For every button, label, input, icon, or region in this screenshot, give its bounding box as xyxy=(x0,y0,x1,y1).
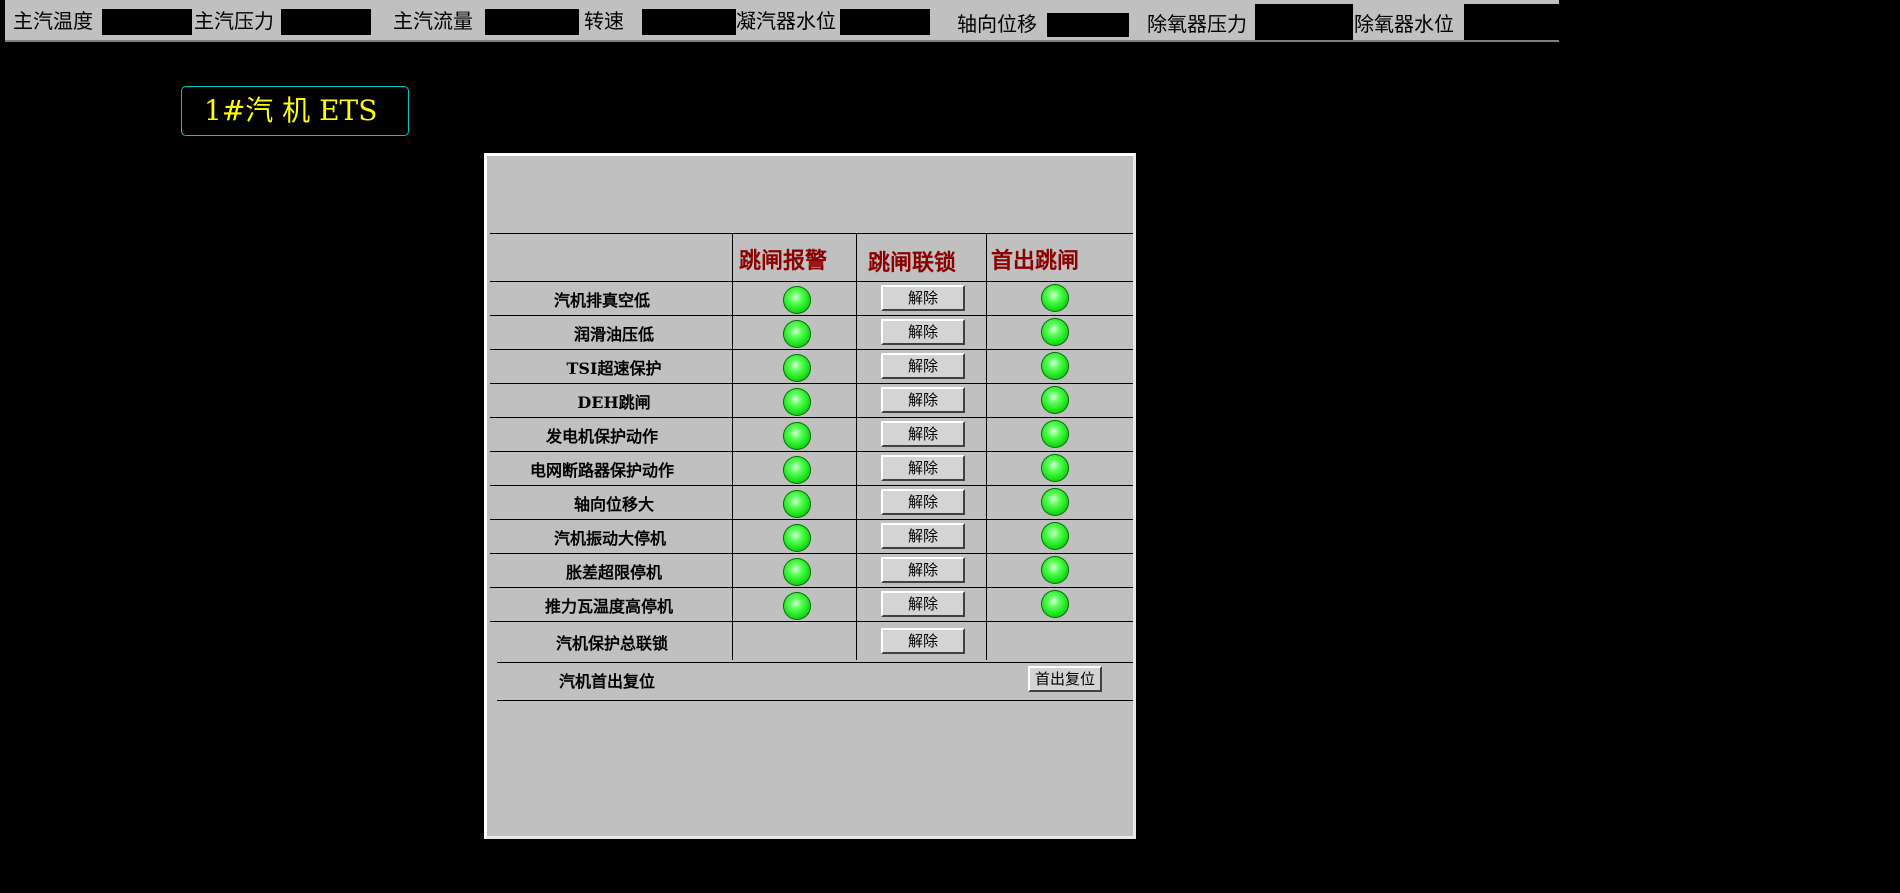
condenser-level-label: 凝汽器水位 xyxy=(736,9,836,33)
grid-line xyxy=(490,417,1133,418)
first-out-reset-label: 汽机首出复位 xyxy=(558,672,655,691)
grid-line xyxy=(490,233,1133,234)
header-trip-interlock: 跳闸联锁 xyxy=(868,250,957,276)
deaerator-level-label: 除氧器水位 xyxy=(1354,12,1454,36)
trip-alarm-indicator xyxy=(783,558,811,586)
ets-panel: 跳闸报警 跳闸联锁 首出跳闸 汽机排真空低 解除 润滑油压低 解除 TSI超速保护 解除 D… xyxy=(484,153,1136,839)
grid-line xyxy=(490,451,1133,452)
trip-row-label: 电网断路器保护动作 xyxy=(529,461,674,480)
trip-interlock-release-button[interactable]: 解除 xyxy=(881,319,965,345)
trip-interlock-release-button[interactable]: 解除 xyxy=(881,387,965,413)
trip-row-label: 推力瓦温度高停机 xyxy=(544,597,673,616)
grid-line xyxy=(490,315,1133,316)
condenser-level-value xyxy=(840,9,930,35)
grid-line xyxy=(986,233,987,660)
first-out-indicator xyxy=(1041,420,1069,448)
trip-row-label: TSI超速保护 xyxy=(566,359,662,378)
main-steam-flow-label: 主汽流量 xyxy=(393,9,473,33)
trip-row-label: 汽机排真空低 xyxy=(553,291,650,310)
grid-line xyxy=(490,281,1133,282)
main-steam-pressure-value xyxy=(281,9,371,35)
page-title: 1#汽 机 ETS xyxy=(181,86,409,136)
first-out-indicator xyxy=(1041,454,1069,482)
grid-line xyxy=(490,553,1133,554)
first-out-reset-button[interactable]: 首出复位 xyxy=(1028,666,1102,692)
first-out-indicator xyxy=(1041,590,1069,618)
trip-alarm-indicator xyxy=(783,320,811,348)
grid-line xyxy=(490,349,1133,350)
trip-row-label: 发电机保护动作 xyxy=(545,427,658,446)
axial-displacement-label: 轴向位移 xyxy=(957,12,1037,36)
master-interlock-label: 汽机保护总联锁 xyxy=(555,634,668,653)
trip-interlock-release-button[interactable]: 解除 xyxy=(881,591,965,617)
grid-line xyxy=(856,233,857,660)
trip-alarm-indicator xyxy=(783,422,811,450)
speed-label: 转速 xyxy=(584,9,624,33)
main-steam-flow-value xyxy=(485,9,579,35)
first-out-indicator xyxy=(1041,522,1069,550)
trip-interlock-release-button[interactable]: 解除 xyxy=(881,455,965,481)
first-out-indicator xyxy=(1041,352,1069,380)
trip-alarm-indicator xyxy=(783,592,811,620)
grid-line xyxy=(490,383,1133,384)
grid-line xyxy=(490,485,1133,486)
trip-interlock-release-button[interactable]: 解除 xyxy=(881,421,965,447)
trip-row-label: 汽机振动大停机 xyxy=(553,529,666,548)
first-out-indicator xyxy=(1041,556,1069,584)
trip-alarm-indicator xyxy=(783,286,811,314)
trip-interlock-release-button[interactable]: 解除 xyxy=(881,523,965,549)
trip-alarm-indicator xyxy=(783,354,811,382)
trip-row-label: DEH跳闸 xyxy=(577,393,651,412)
header-first-out-trip: 首出跳闸 xyxy=(991,248,1080,274)
grid-line xyxy=(490,519,1133,520)
first-out-indicator xyxy=(1041,318,1069,346)
grid-line xyxy=(490,621,1133,622)
main-steam-temp-value xyxy=(102,9,192,35)
first-out-indicator xyxy=(1041,386,1069,414)
grid-line xyxy=(497,700,1133,701)
trip-row-label: 胀差超限停机 xyxy=(565,563,662,582)
trip-interlock-release-button[interactable]: 解除 xyxy=(881,353,965,379)
deaerator-level-value xyxy=(1464,4,1562,40)
grid-line xyxy=(732,233,733,660)
main-steam-pressure-label: 主汽压力 xyxy=(194,9,274,33)
trip-alarm-indicator xyxy=(783,490,811,518)
speed-value xyxy=(642,9,736,35)
first-out-indicator xyxy=(1041,284,1069,312)
grid-line xyxy=(497,662,1133,663)
main-steam-temp-label: 主汽温度 xyxy=(13,9,93,33)
trip-alarm-indicator xyxy=(783,388,811,416)
trip-row-label: 轴向位移大 xyxy=(573,495,654,514)
master-interlock-release-button[interactable]: 解除 xyxy=(881,628,965,654)
trip-interlock-release-button[interactable]: 解除 xyxy=(881,285,965,311)
trip-alarm-indicator xyxy=(783,456,811,484)
status-bar: 主汽温度 主汽压力 主汽流量 转速 凝汽器水位 轴向位移 除氧器压力 除氧器水位 xyxy=(5,0,1562,42)
first-out-indicator xyxy=(1041,488,1069,516)
grid-line xyxy=(490,587,1133,588)
trip-alarm-indicator xyxy=(783,524,811,552)
trip-row-label: 润滑油压低 xyxy=(573,325,654,344)
header-trip-alarm: 跳闸报警 xyxy=(739,248,828,274)
trip-interlock-release-button[interactable]: 解除 xyxy=(881,557,965,583)
deaerator-pressure-label: 除氧器压力 xyxy=(1147,12,1247,36)
axial-displacement-value xyxy=(1047,13,1129,37)
trip-interlock-release-button[interactable]: 解除 xyxy=(881,489,965,515)
deaerator-pressure-value xyxy=(1255,4,1353,40)
